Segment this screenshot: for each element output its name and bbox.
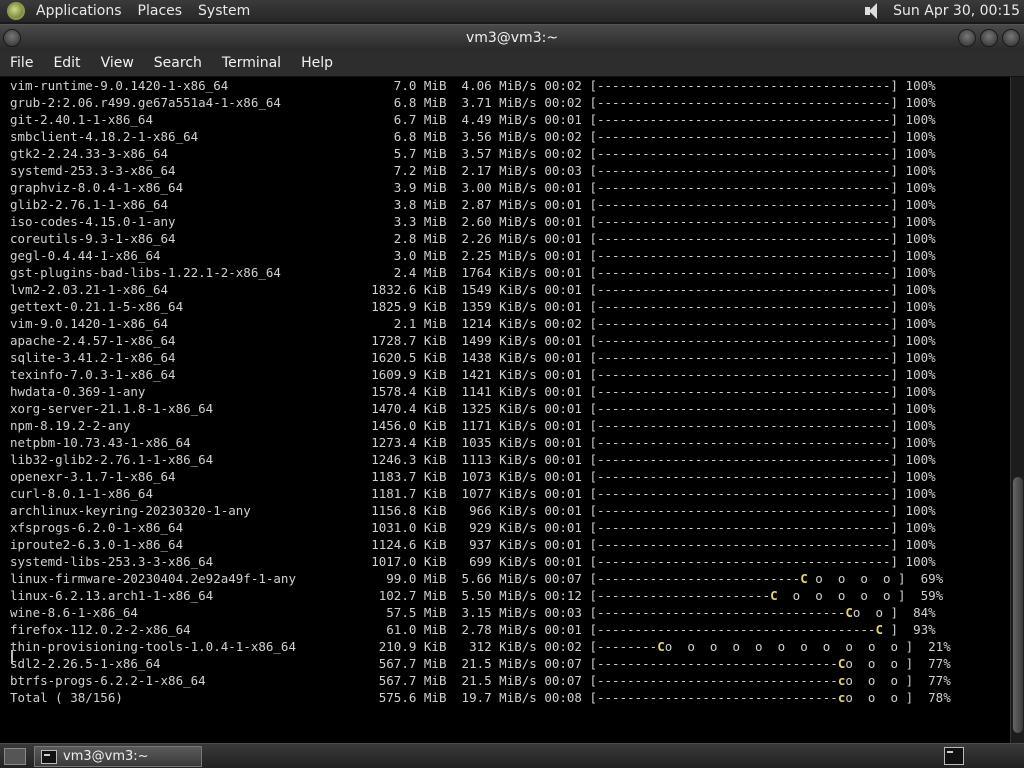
panel-tray: Sun Apr 30, 00:15 <box>863 2 1024 20</box>
workspace-terminal-icon[interactable] <box>944 747 964 765</box>
maximize-button[interactable] <box>980 29 998 47</box>
distro-logo-icon[interactable] <box>7 2 25 20</box>
terminal-line: iproute2-6.3.0-1-x86_64 1124.6 KiB 937 K… <box>10 537 936 552</box>
terminal-line: coreutils-9.3-1-x86_64 2.8 MiB 2.26 MiB/… <box>10 231 936 246</box>
taskbar-window-button[interactable]: vm3@vm3:~ <box>34 746 202 767</box>
terminal-icon <box>41 749 57 764</box>
terminal-line: xfsprogs-6.2.0-1-x86_64 1031.0 KiB 929 K… <box>10 520 936 535</box>
terminal-line: texinfo-7.0.3-1-x86_64 1609.9 KiB 1421 K… <box>10 367 936 382</box>
terminal-line: apache-2.4.57-1-x86_64 1728.7 KiB 1499 K… <box>10 333 936 348</box>
terminal-line: grub-2:2.06.r499.ge67a551a4-1-x86_64 6.8… <box>10 95 936 110</box>
terminal-line: iso-codes-4.15.0-1-any 3.3 MiB 2.60 MiB/… <box>10 214 936 229</box>
taskbar-window-label: vm3@vm3:~ <box>63 749 149 764</box>
menu-edit[interactable]: Edit <box>43 55 90 71</box>
terminal-line: glib2-2.76.1-1-x86_64 3.8 MiB 2.87 MiB/s… <box>10 197 936 212</box>
terminal-menubar: File Edit View Search Terminal Help <box>0 50 1024 77</box>
terminal-line: gegl-0.4.44-1-x86_64 3.0 MiB 2.25 MiB/s … <box>10 248 936 263</box>
terminal-line: smbclient-4.18.2-1-x86_64 6.8 MiB 3.56 M… <box>10 129 936 144</box>
show-desktop-icon[interactable] <box>4 748 26 765</box>
terminal-line: gettext-0.21.1-5-x86_64 1825.9 KiB 1359 … <box>10 299 936 314</box>
terminal-line: archlinux-keyring-20230320-1-any 1156.8 … <box>10 503 936 518</box>
terminal-line: systemd-libs-253.3-3-x86_64 1017.0 KiB 6… <box>10 554 936 569</box>
terminal-line: curl-8.0.1-1-x86_64 1181.7 KiB 1077 KiB/… <box>10 486 936 501</box>
terminal-scrollbar[interactable] <box>1010 77 1024 743</box>
terminal-line: openexr-3.1.7-1-x86_64 1183.7 KiB 1073 K… <box>10 469 936 484</box>
window-title-bar[interactable]: vm3@vm3:~ <box>0 24 1024 50</box>
menu-search[interactable]: Search <box>144 55 212 71</box>
system-menu[interactable]: System <box>190 0 258 22</box>
terminal-line: npm-8.19.2-2-any 1456.0 KiB 1171 KiB/s 0… <box>10 418 936 433</box>
close-button[interactable] <box>1002 29 1020 47</box>
terminal-line: netpbm-10.73.43-1-x86_64 1273.4 KiB 1035… <box>10 435 936 450</box>
terminal-line: gst-plugins-bad-libs-1.22.1-2-x86_64 2.4… <box>10 265 936 280</box>
terminal-line: wine-8.6-1-x86_64 57.5 MiB 3.15 MiB/s 00… <box>10 605 936 620</box>
terminal-text: vim-runtime-9.0.1420-1-x86_64 7.0 MiB 4.… <box>10 77 951 706</box>
terminal-line: firefox-112.0.2-2-x86_64 61.0 MiB 2.78 M… <box>10 622 936 637</box>
terminal-line: sdl2-2.26.5-1-x86_64 567.7 MiB 21.5 MiB/… <box>10 656 951 671</box>
terminal-line: gtk2-2.24.33-3-x86_64 5.7 MiB 3.57 MiB/s… <box>10 146 936 161</box>
bottom-panel: vm3@vm3:~ <box>0 743 1024 768</box>
terminal-line: btrfs-progs-6.2.2-1-x86_64 567.7 MiB 21.… <box>10 673 951 688</box>
terminal-line: sqlite-3.41.2-1-x86_64 1620.5 KiB 1438 K… <box>10 350 936 365</box>
applications-menu[interactable]: Applications <box>28 0 130 22</box>
menu-file[interactable]: File <box>0 55 43 71</box>
window-title: vm3@vm3:~ <box>465 30 559 46</box>
terminal-line: linux-firmware-20230404.2e92a49f-1-any 9… <box>10 571 944 586</box>
terminal-line: lvm2-2.03.21-1-x86_64 1832.6 KiB 1549 Ki… <box>10 282 936 297</box>
terminal-line: vim-9.0.1420-1-x86_64 2.1 MiB 1214 KiB/s… <box>10 316 936 331</box>
volume-icon[interactable] <box>863 2 881 20</box>
menu-terminal[interactable]: Terminal <box>212 55 291 71</box>
text-cursor <box>11 650 13 664</box>
terminal-line: xorg-server-21.1.8-1-x86_64 1470.4 KiB 1… <box>10 401 936 416</box>
places-menu[interactable]: Places <box>130 0 191 22</box>
menu-view[interactable]: View <box>91 55 144 71</box>
terminal-output[interactable]: vim-runtime-9.0.1420-1-x86_64 7.0 MiB 4.… <box>0 77 1010 743</box>
window-menu-button[interactable] <box>3 29 21 47</box>
terminal-line: hwdata-0.369-1-any 1578.4 KiB 1141 KiB/s… <box>10 384 936 399</box>
minimize-button[interactable] <box>958 29 976 47</box>
terminal-line: Total ( 38/156) 575.6 MiB 19.7 MiB/s 00:… <box>10 690 951 705</box>
terminal-line: git-2.40.1-1-x86_64 6.7 MiB 4.49 MiB/s 0… <box>10 112 936 127</box>
panel-menus: Applications Places System <box>28 0 258 22</box>
terminal-line: systemd-253.3-3-x86_64 7.2 MiB 2.17 MiB/… <box>10 163 936 178</box>
menu-help[interactable]: Help <box>291 55 343 71</box>
terminal-line: linux-6.2.13.arch1-1-x86_64 102.7 MiB 5.… <box>10 588 944 603</box>
terminal-line: vim-runtime-9.0.1420-1-x86_64 7.0 MiB 4.… <box>10 78 936 93</box>
terminal-line: lib32-glib2-2.76.1-1-x86_64 1246.3 KiB 1… <box>10 452 936 467</box>
top-panel: Applications Places System Sun Apr 30, 0… <box>0 0 1024 22</box>
clock[interactable]: Sun Apr 30, 00:15 <box>893 3 1024 19</box>
scrollbar-thumb[interactable] <box>1013 477 1023 733</box>
terminal-line: graphviz-8.0.4-1-x86_64 3.9 MiB 3.00 MiB… <box>10 180 936 195</box>
terminal-line: thin-provisioning-tools-1.0.4-1-x86_64 2… <box>10 639 951 654</box>
